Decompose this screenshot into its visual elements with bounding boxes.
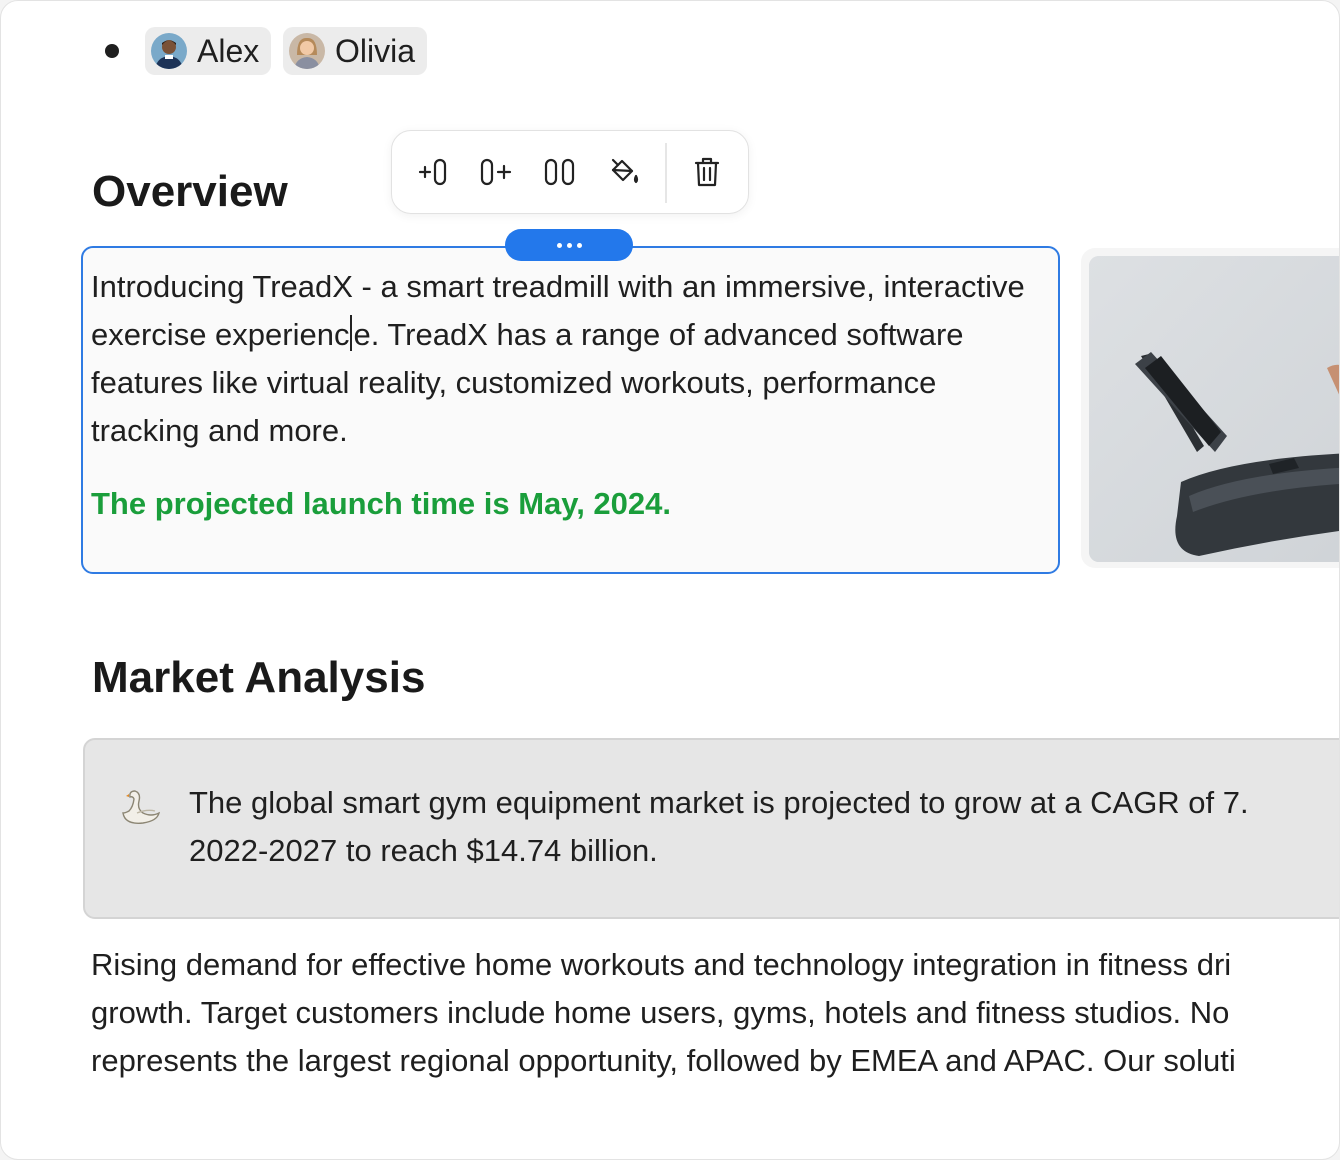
background-color-button[interactable]: [600, 148, 648, 196]
paragraph-line: Rising demand for effective home workout…: [91, 947, 1232, 982]
mention-name: Alex: [197, 32, 260, 69]
block-drag-handle[interactable]: [505, 229, 633, 261]
callout-text: The global smart gym equipment market is…: [189, 779, 1339, 875]
image-block[interactable]: [1081, 248, 1339, 568]
person-avatar-icon: [151, 33, 187, 69]
treadmill-photo: [1089, 256, 1339, 562]
section-heading-overview: Overview: [92, 167, 288, 216]
split-columns-icon: [544, 158, 575, 186]
insert-column-left-icon: [418, 158, 447, 186]
insert-column-left-button[interactable]: [410, 148, 458, 196]
person-avatar-icon: [289, 33, 325, 69]
handle-dot: [566, 242, 572, 248]
paragraph-line: growth. Target customers include home us…: [91, 995, 1230, 1030]
insert-column-right-button[interactable]: [472, 148, 520, 196]
mention-name: Olivia: [335, 32, 416, 69]
handle-dot: [556, 242, 562, 248]
mention-chip-alex[interactable]: Alex: [145, 27, 272, 75]
callout-line: 2022-2027 to reach $14.74 billion.: [189, 833, 658, 868]
insert-column-right-icon: [480, 158, 512, 186]
launch-note: The projected launch time is May, 2024.: [91, 486, 672, 521]
mention-chip-olivia[interactable]: Olivia: [283, 27, 428, 75]
section-heading-market-analysis: Market Analysis: [92, 653, 426, 702]
overview-paragraph[interactable]: Introducing TreadX - a smart treadmill w…: [91, 263, 1051, 455]
paragraph-line: represents the largest regional opportun…: [91, 1043, 1236, 1078]
document-frame: Alex Olivia Overview Introducing TreadX …: [0, 0, 1340, 1160]
swan-emoji-icon: [122, 790, 161, 824]
split-columns-button[interactable]: [536, 148, 584, 196]
trash-icon: [694, 157, 720, 187]
document-canvas: Alex Olivia Overview Introducing TreadX …: [1, 1, 1339, 1101]
block-toolbar: [391, 130, 749, 214]
callout-line: The global smart gym equipment market is…: [189, 785, 1249, 820]
market-analysis-paragraph[interactable]: Rising demand for effective home workout…: [91, 941, 1339, 1085]
handle-dot: [576, 242, 582, 248]
delete-block-button[interactable]: [683, 148, 731, 196]
toolbar-divider: [665, 143, 667, 203]
paint-bucket-icon: [611, 158, 639, 184]
list-bullet: [105, 44, 119, 58]
